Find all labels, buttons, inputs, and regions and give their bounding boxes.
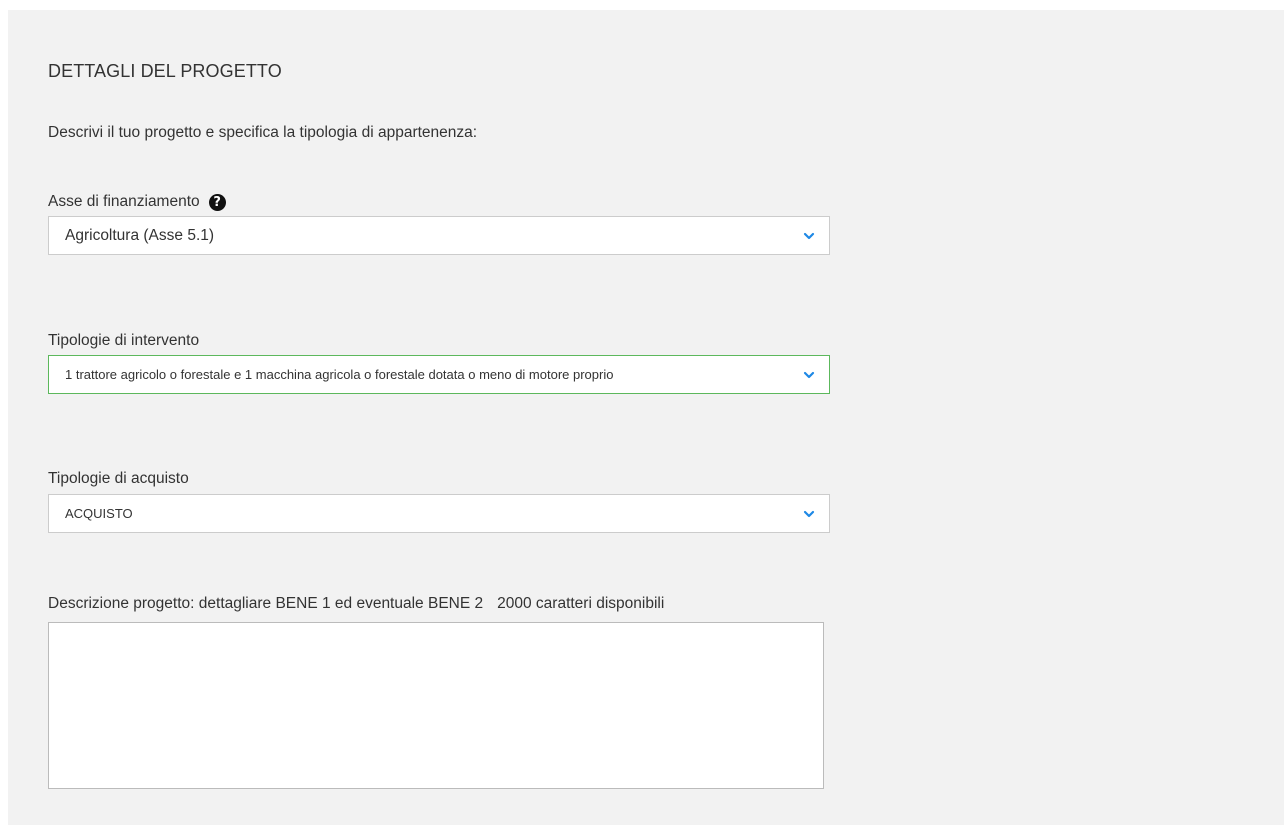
asse-select-value: Agricoltura (Asse 5.1) (65, 226, 215, 244)
asse-select[interactable]: Agricoltura (Asse 5.1) (48, 216, 830, 255)
char-counter: 2000 caratteri disponibili (497, 595, 665, 612)
descrizione-label: Descrizione progetto: dettagliare BENE 1… (48, 595, 484, 612)
chevron-down-icon (803, 371, 815, 378)
acquisto-select-value: ACQUISTO (65, 506, 133, 521)
acquisto-select[interactable]: ACQUISTO (48, 494, 830, 533)
asse-label: Asse di finanziamento (48, 193, 200, 210)
project-details-panel: DETTAGLI DEL PROGETTO Descrivi il tuo pr… (8, 10, 1284, 825)
intervento-label: Tipologie di intervento (48, 332, 200, 349)
intervento-select[interactable]: 1 trattore agricolo o forestale e 1 macc… (48, 355, 830, 394)
chevron-down-icon (803, 232, 815, 239)
descrizione-label-row: Descrizione progetto: dettagliare BENE 1… (48, 594, 664, 614)
descrizione-textarea[interactable] (48, 622, 824, 789)
intervento-select-value: 1 trattore agricolo o forestale e 1 macc… (65, 367, 614, 382)
question-circle-icon[interactable]: ? (208, 193, 226, 211)
acquisto-label: Tipologie di acquisto (48, 470, 189, 487)
asse-label-row: Asse di finanziamento ? (48, 192, 226, 212)
section-title: DETTAGLI DEL PROGETTO (48, 61, 282, 81)
intervento-label-row: Tipologie di intervento (48, 331, 199, 351)
intro-text: Descrivi il tuo progetto e specifica la … (48, 124, 478, 141)
acquisto-label-row: Tipologie di acquisto (48, 469, 189, 489)
chevron-down-icon (803, 510, 815, 517)
